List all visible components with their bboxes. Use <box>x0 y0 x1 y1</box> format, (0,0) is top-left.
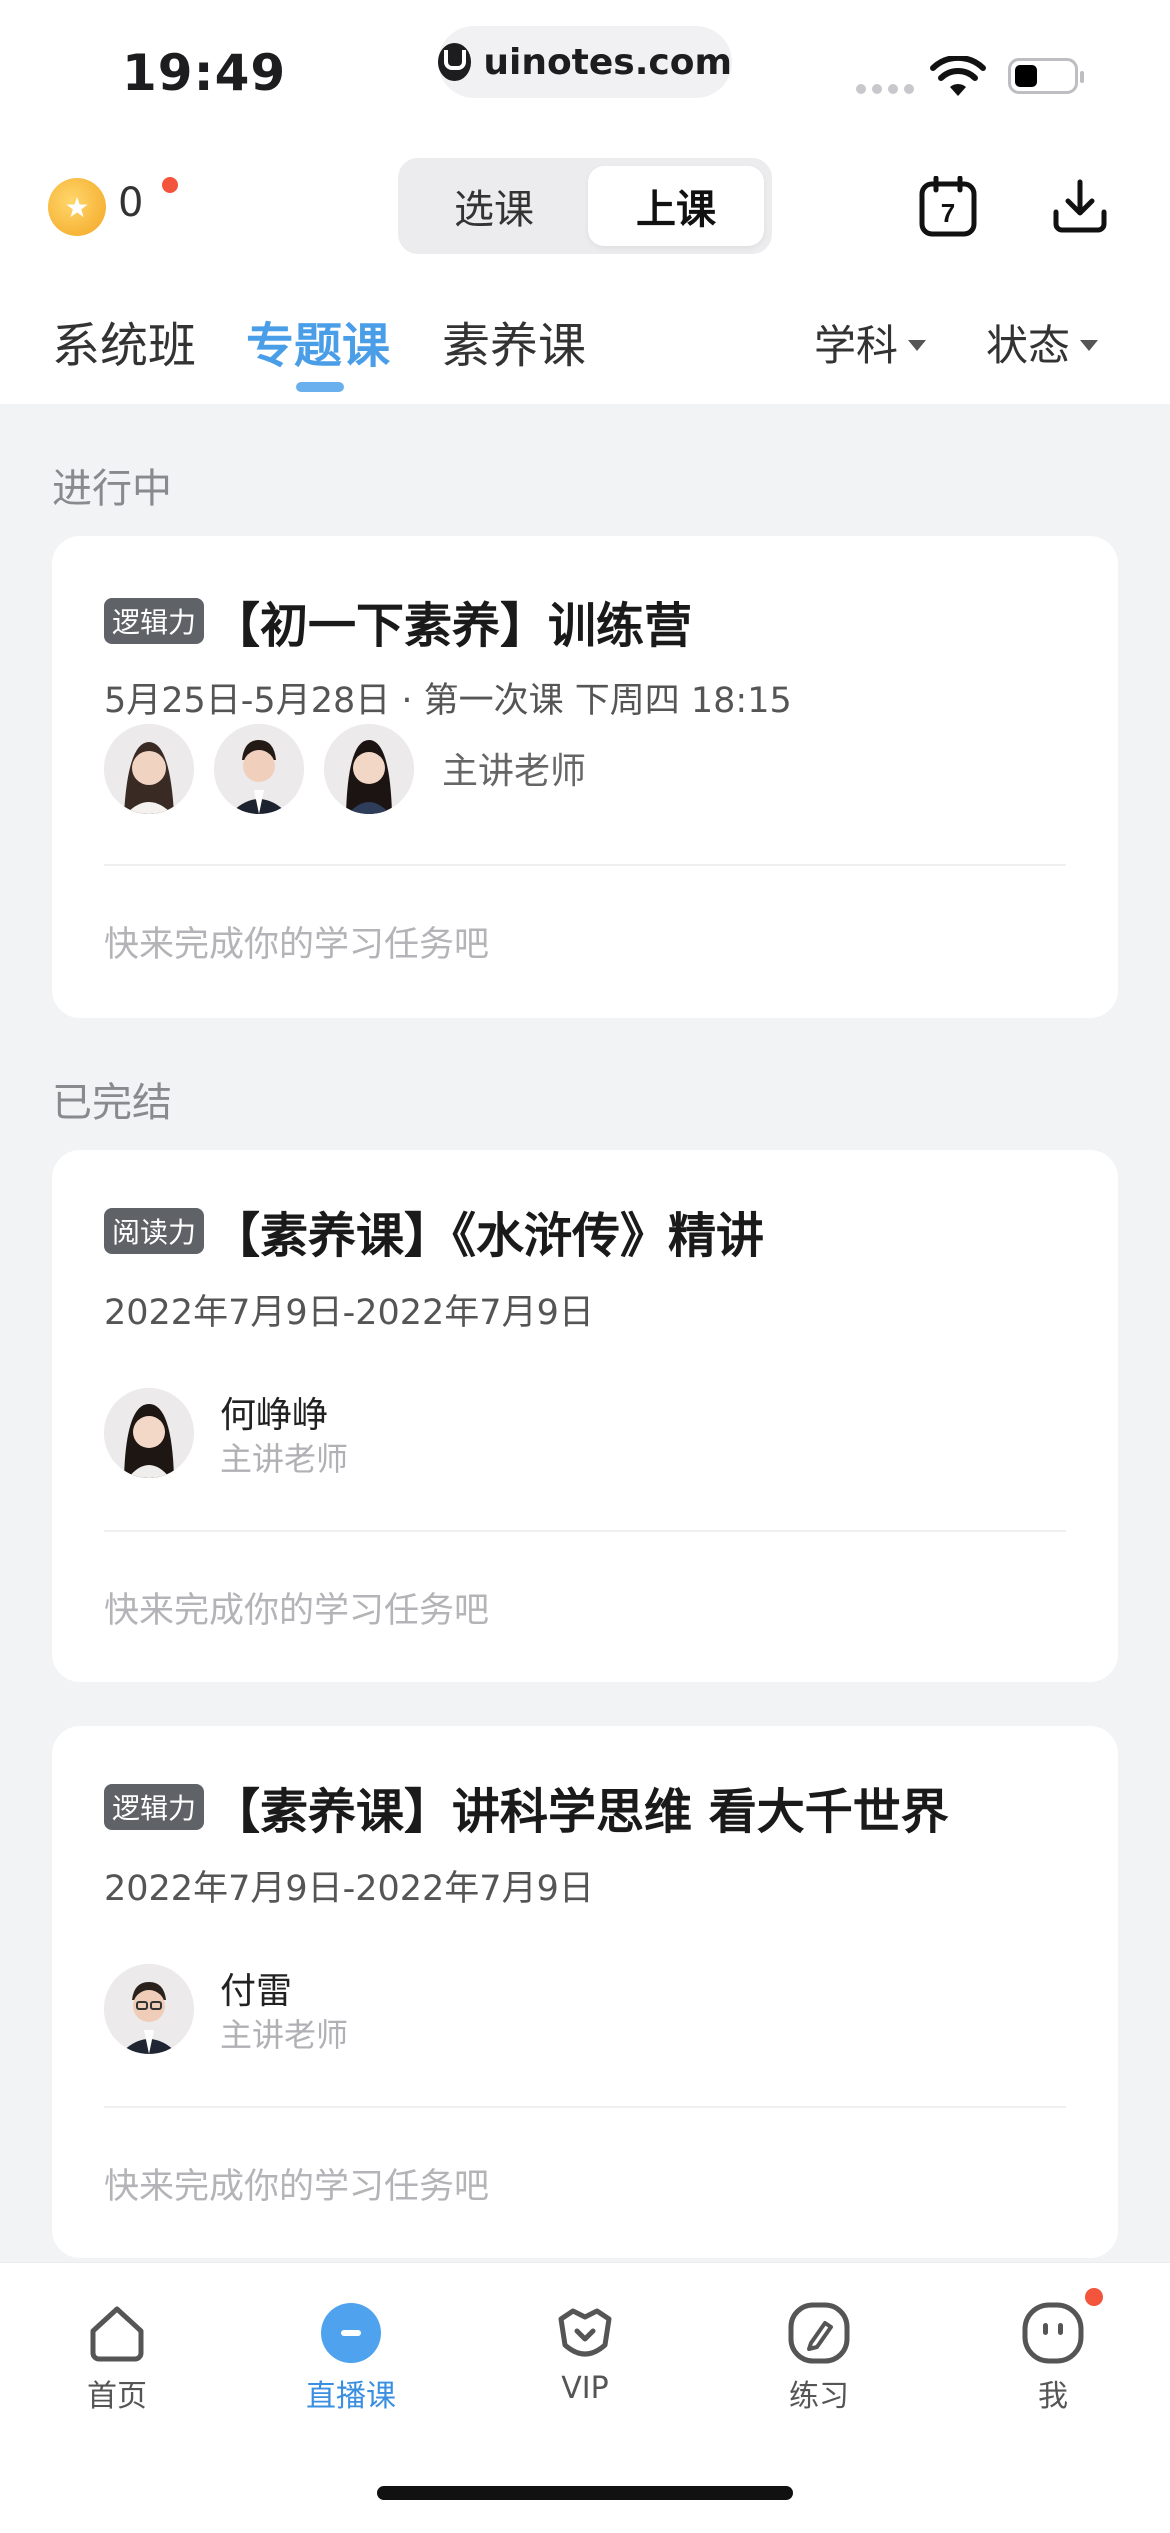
teacher-name: 付雷 <box>220 1971 293 2012</box>
me-icon <box>1022 2302 1084 2364</box>
avatar <box>104 1964 194 2054</box>
course-date: 2022年7月9日-2022年7月9日 <box>104 1869 594 1909</box>
status-filter-label: 状态 <box>986 321 1071 370</box>
cellular-signal-icon <box>856 84 914 94</box>
practice-icon <box>788 2302 850 2364</box>
teacher-label: 主讲老师 <box>442 751 587 792</box>
task-hint[interactable]: 快来完成你的学习任务吧 <box>104 1582 489 1633</box>
card-divider <box>104 864 1066 866</box>
section-title-ongoing: 进行中 <box>52 466 172 512</box>
subject-filter[interactable]: 学科 <box>814 312 927 373</box>
course-title: 【素养课】讲科学思维 看大千世界 <box>212 1784 949 1840</box>
teacher-role: 主讲老师 <box>220 2016 349 2054</box>
section-title-finished: 已完结 <box>52 1080 172 1126</box>
tabbar-label-practice: 练习 <box>789 2379 849 2414</box>
vip-icon <box>558 2308 612 2357</box>
task-hint[interactable]: 快来完成你的学习任务吧 <box>104 2158 489 2209</box>
tab-system-class[interactable]: 系统班 <box>52 306 196 376</box>
tabbar-label-vip: VIP <box>561 2371 609 2406</box>
course-mode-segment: 选课 上课 <box>398 158 772 254</box>
tabbar-label-me: 我 <box>1038 2379 1068 2414</box>
wifi-icon <box>930 56 986 96</box>
battery-icon <box>1008 58 1084 94</box>
calendar-icon[interactable]: 7 <box>918 176 978 238</box>
segment-select-course[interactable]: 选课 <box>406 166 582 246</box>
caret-down-icon <box>908 340 927 351</box>
card-divider <box>104 1530 1066 1532</box>
course-card[interactable]: 阅读力 【素养课】《水浒传》精讲 2022年7月9日-2022年7月9日 何峥峥… <box>52 1150 1118 1682</box>
tab-topic-course[interactable]: 专题课 <box>246 306 390 376</box>
notification-dot <box>1085 2288 1103 2306</box>
avatar <box>214 724 304 814</box>
home-indicator <box>377 2486 793 2500</box>
category-badge: 逻辑力 <box>104 1784 205 1830</box>
avatar <box>324 724 414 814</box>
avatar <box>104 724 194 814</box>
avatar <box>104 1388 194 1478</box>
home-icon <box>90 2306 144 2362</box>
course-card[interactable]: 逻辑力 【素养课】讲科学思维 看大千世界 2022年7月9日-2022年7月9日… <box>52 1726 1118 2258</box>
course-card[interactable]: 逻辑力 【初一下素养】训练营 5月25日-5月28日 · 第一次课 下周四 18… <box>52 536 1118 1018</box>
calendar-day: 7 <box>941 198 955 228</box>
coin-icon[interactable]: ★ <box>48 178 106 236</box>
card-divider <box>104 2106 1066 2108</box>
coin-count: 0 <box>118 180 144 226</box>
notification-dot <box>162 177 178 193</box>
live-icon <box>321 2303 381 2363</box>
task-hint[interactable]: 快来完成你的学习任务吧 <box>104 916 489 967</box>
tabbar-label-live: 直播课 <box>306 2379 396 2414</box>
download-icon[interactable] <box>1050 176 1110 236</box>
status-time: 19:49 <box>122 44 287 102</box>
teacher-role: 主讲老师 <box>220 1440 349 1478</box>
subject-filter-label: 学科 <box>814 321 899 370</box>
caret-down-icon <box>1080 340 1099 351</box>
teacher-name: 何峥峥 <box>220 1395 329 1436</box>
site-logo-icon <box>438 43 472 81</box>
course-date: 5月25日-5月28日 · 第一次课 下周四 18:15 <box>104 681 792 721</box>
category-badge: 阅读力 <box>104 1208 205 1254</box>
course-date: 2022年7月9日-2022年7月9日 <box>104 1293 594 1333</box>
url-pill[interactable]: uinotes.com <box>438 26 732 98</box>
active-tab-indicator <box>296 382 344 392</box>
segment-attend-class[interactable]: 上课 <box>588 166 764 246</box>
category-badge: 逻辑力 <box>104 598 205 644</box>
url-text: uinotes.com <box>483 41 732 83</box>
tab-literacy-course[interactable]: 素养课 <box>442 306 586 376</box>
course-title: 【素养课】《水浒传》精讲 <box>212 1208 765 1264</box>
tabbar-label-home: 首页 <box>87 2379 147 2414</box>
status-filter[interactable]: 状态 <box>986 312 1099 373</box>
course-title: 【初一下素养】训练营 <box>212 598 693 654</box>
